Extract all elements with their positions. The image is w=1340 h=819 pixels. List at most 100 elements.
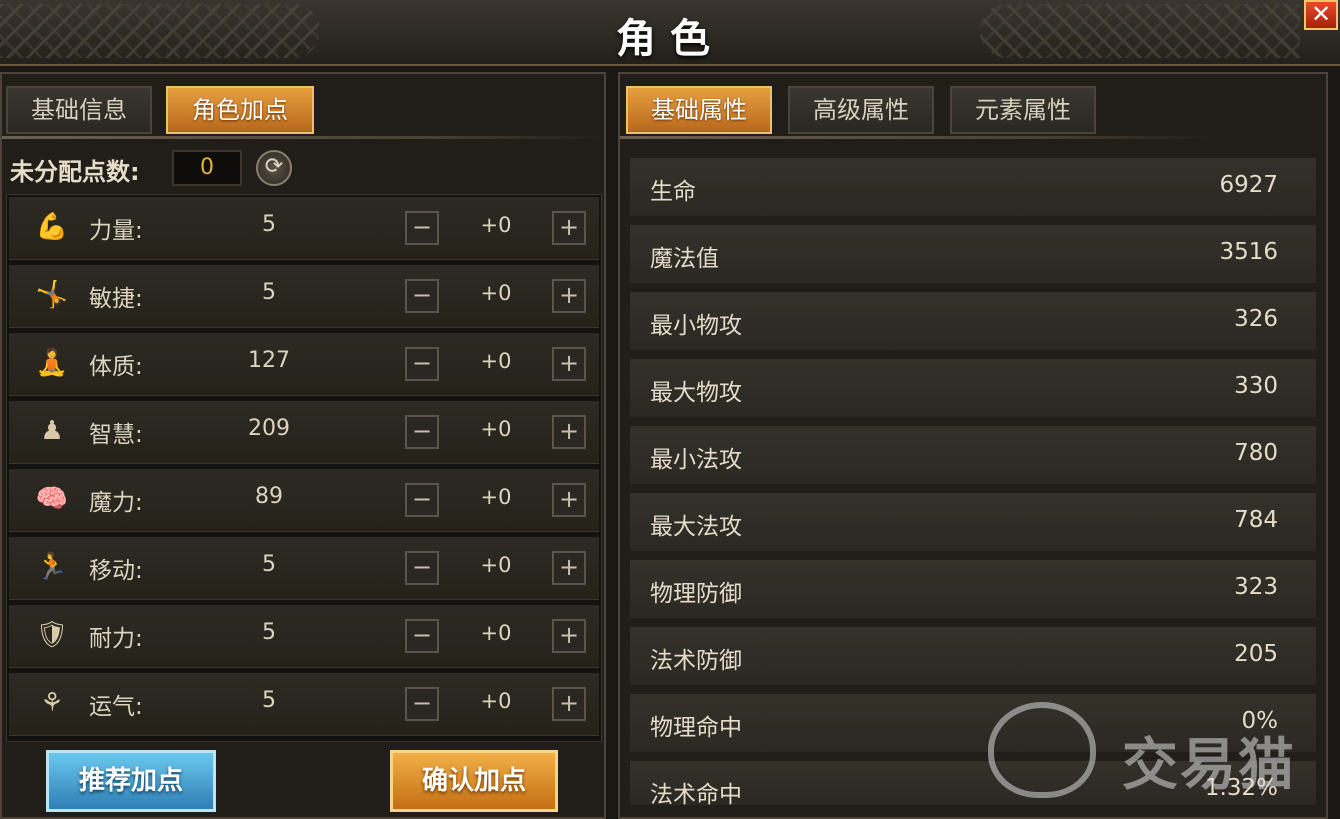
constitution-body-icon: 🧘 [35, 348, 69, 378]
confirm-points-button[interactable]: 确认加点 [390, 750, 558, 812]
stat-name: 魔力: [89, 490, 143, 516]
stat-added: +0 [480, 213, 512, 237]
unallocated-points-label: 未分配点数: [10, 158, 140, 186]
endurance-shield-icon: 🛡 [35, 620, 69, 650]
stat-name: 移动: [89, 558, 143, 584]
attribute-name: 物理命中 [650, 715, 742, 741]
increase-strength-button[interactable]: + [552, 211, 586, 245]
attribute-row: 最小法攻 780 [630, 426, 1316, 484]
wisdom-figure-icon: ♟ [40, 416, 64, 446]
decrease-agility-button[interactable]: − [405, 279, 439, 313]
stat-row-constitution: 🧘 体质: 127 − +0 + [9, 333, 599, 396]
stat-added: +0 [480, 689, 512, 713]
tab-divider [620, 136, 1210, 139]
stat-row-luck: ⚘ 运气: 5 − +0 + [9, 673, 599, 736]
stat-row-strength: 💪 力量: 5 − +0 + [9, 197, 599, 260]
stat-value: 5 [262, 212, 276, 237]
attribute-row: 最小物攻 326 [630, 292, 1316, 350]
stat-row-movement: 🏃 移动: 5 − +0 + [9, 537, 599, 600]
attribute-value: 780 [1234, 440, 1278, 466]
stat-value: 5 [262, 280, 276, 305]
stat-added: +0 [480, 349, 512, 373]
tab-character-points[interactable]: 角色加点 [166, 86, 314, 134]
stat-added: +0 [480, 281, 512, 305]
reset-points-icon[interactable]: ⟳ [256, 150, 292, 186]
increase-magic-button[interactable]: + [552, 483, 586, 517]
stat-value: 89 [255, 484, 283, 509]
stat-name: 体质: [89, 354, 143, 380]
attribute-value: 6927 [1219, 172, 1278, 198]
stat-row-agility: 🤸 敏捷: 5 − +0 + [9, 265, 599, 328]
stat-name: 敏捷: [89, 286, 143, 312]
increase-agility-button[interactable]: + [552, 279, 586, 313]
stat-row-endurance: 🛡 耐力: 5 − +0 + [9, 605, 599, 668]
attribute-row: 物理防御 323 [630, 560, 1316, 618]
stat-added: +0 [480, 621, 512, 645]
stat-value: 5 [262, 688, 276, 713]
decrease-luck-button[interactable]: − [405, 687, 439, 721]
attribute-name: 生命 [650, 179, 696, 205]
stat-name: 耐力: [89, 626, 143, 652]
attribute-row: 最大法攻 784 [630, 493, 1316, 551]
close-button[interactable]: ✕ [1304, 0, 1338, 30]
attribute-name: 最大物攻 [650, 380, 742, 406]
tab-basic-attributes[interactable]: 基础属性 [626, 86, 772, 134]
attribute-row: 魔法值 3516 [630, 225, 1316, 283]
decrease-magic-button[interactable]: − [405, 483, 439, 517]
stat-value: 5 [262, 552, 276, 577]
attribute-allocation-panel: 基础信息 角色加点 未分配点数: 0 ⟳ 💪 力量: 5 − +0 + 🤸 敏捷… [0, 72, 606, 819]
stat-row-wisdom: ♟ 智慧: 209 − +0 + [9, 401, 599, 464]
attributes-panel: 基础属性 高级属性 元素属性 生命 6927 魔法值 3516 最小物攻 326… [618, 72, 1328, 819]
stat-added: +0 [480, 553, 512, 577]
stat-added: +0 [480, 485, 512, 509]
attribute-value: 326 [1234, 306, 1278, 332]
attribute-value: 323 [1234, 574, 1278, 600]
decrease-endurance-button[interactable]: − [405, 619, 439, 653]
increase-movement-button[interactable]: + [552, 551, 586, 585]
tab-element-attributes[interactable]: 元素属性 [950, 86, 1096, 134]
decrease-wisdom-button[interactable]: − [405, 415, 439, 449]
title-bar: 角色 [0, 0, 1340, 66]
attribute-value: 3516 [1219, 239, 1278, 265]
strength-arm-icon: 💪 [35, 212, 69, 242]
attribute-value: 205 [1234, 641, 1278, 667]
increase-endurance-button[interactable]: + [552, 619, 586, 653]
attribute-name: 法术防御 [650, 648, 742, 674]
decrease-constitution-button[interactable]: − [405, 347, 439, 381]
attribute-row: 物理命中 0% [630, 694, 1316, 752]
attribute-value: 0% [1241, 708, 1279, 734]
stat-name: 运气: [89, 694, 143, 720]
tab-basic-info[interactable]: 基础信息 [6, 86, 152, 134]
attribute-row: 法术防御 205 [630, 627, 1316, 685]
decrease-movement-button[interactable]: − [405, 551, 439, 585]
tab-divider [2, 136, 602, 139]
magic-brain-icon: 🧠 [35, 484, 69, 514]
stat-name: 力量: [89, 218, 143, 244]
agility-figure-icon: 🤸 [35, 280, 69, 310]
attribute-value: 330 [1234, 373, 1278, 399]
movement-runner-icon: 🏃 [35, 552, 69, 582]
attribute-value: 784 [1234, 507, 1278, 533]
increase-constitution-button[interactable]: + [552, 347, 586, 381]
stat-value: 209 [248, 416, 290, 441]
stat-list: 💪 力量: 5 − +0 + 🤸 敏捷: 5 − +0 + 🧘 体质: 127 … [6, 194, 602, 742]
attribute-row: 生命 6927 [630, 158, 1316, 216]
attribute-row: 最大物攻 330 [630, 359, 1316, 417]
attribute-name: 最小法攻 [650, 447, 742, 473]
increase-wisdom-button[interactable]: + [552, 415, 586, 449]
attribute-row: 法术命中 1.32% [630, 761, 1316, 808]
stat-row-magic: 🧠 魔力: 89 − +0 + [9, 469, 599, 532]
increase-luck-button[interactable]: + [552, 687, 586, 721]
decrease-strength-button[interactable]: − [405, 211, 439, 245]
stat-value: 127 [248, 348, 290, 373]
attribute-name: 最大法攻 [650, 514, 742, 540]
recommend-points-button[interactable]: 推荐加点 [46, 750, 216, 812]
unallocated-points-value: 0 [172, 150, 242, 186]
window-title: 角色 [616, 15, 724, 62]
attribute-name: 魔法值 [650, 246, 719, 272]
stat-value: 5 [262, 620, 276, 645]
attribute-name: 物理防御 [650, 581, 742, 607]
attribute-name: 最小物攻 [650, 313, 742, 339]
attribute-name: 法术命中 [650, 782, 742, 808]
tab-advanced-attributes[interactable]: 高级属性 [788, 86, 934, 134]
